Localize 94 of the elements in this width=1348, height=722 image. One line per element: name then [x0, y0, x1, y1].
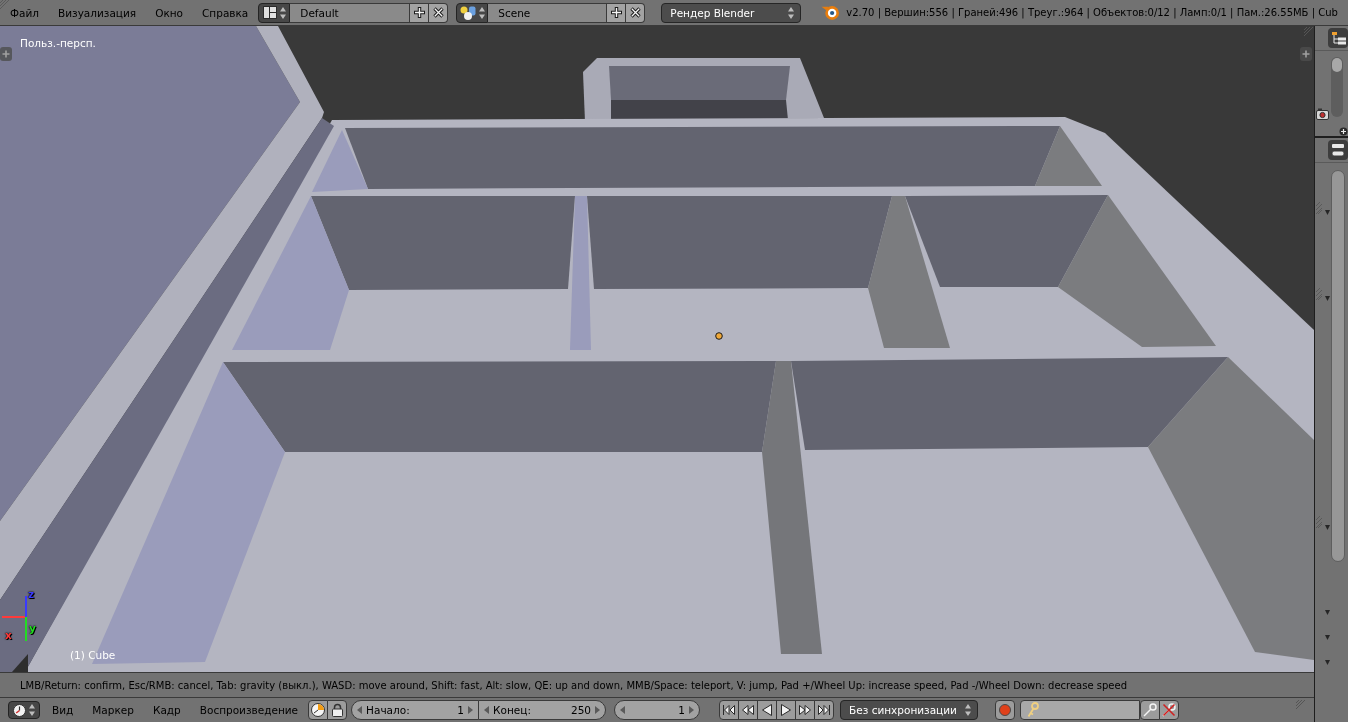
axis-label: x — [5, 629, 12, 641]
clock-icon — [13, 703, 26, 717]
key-icon — [1027, 702, 1040, 718]
layout-type-button[interactable] — [258, 2, 291, 23]
corner-grip-icon[interactable] — [1296, 700, 1305, 709]
up-down-arrows-icon — [279, 6, 286, 19]
key-delete-icon — [1162, 703, 1177, 717]
active-object-label: (1) Cube — [70, 649, 116, 661]
arrow-left-icon — [620, 706, 626, 714]
current-frame-field[interactable]: 1 — [614, 700, 701, 720]
up-down-arrows-icon — [29, 704, 35, 716]
delete-layout-button[interactable] — [429, 2, 449, 23]
axis-label: z — [28, 588, 35, 600]
scrollbar[interactable] — [1331, 170, 1345, 562]
blender-logo-icon — [821, 5, 840, 20]
scene-type-button[interactable] — [456, 2, 489, 23]
arrow-left-icon — [357, 706, 363, 714]
collapse-arrow-icon[interactable] — [1325, 610, 1330, 615]
fast-forward-icon — [798, 704, 813, 716]
skip-to-start-button[interactable] — [719, 700, 740, 720]
menu-item[interactable]: Визуализация — [58, 5, 137, 20]
fast-forward-button[interactable] — [795, 700, 816, 720]
outliner-icon[interactable] — [1328, 28, 1348, 48]
insert-keyframe-button[interactable] — [1140, 700, 1161, 720]
record-icon — [999, 704, 1012, 716]
scrollbar-track[interactable] — [1331, 57, 1343, 117]
plus-icon — [413, 7, 425, 18]
play-reverse-button[interactable] — [757, 700, 778, 720]
delete-scene-button[interactable] — [626, 2, 646, 23]
view-mode-label: Польз.-персп. — [20, 37, 96, 49]
preview-range-button[interactable] — [308, 700, 329, 720]
layout-icon — [262, 6, 277, 19]
menu-item[interactable]: Файл — [10, 5, 39, 20]
menu-item[interactable]: Воспроизведение — [199, 703, 299, 717]
panel-grip-icon[interactable] — [1316, 202, 1322, 214]
origin-dot-icon — [715, 332, 723, 340]
properties-icon[interactable] — [1328, 140, 1348, 160]
clock-icon — [311, 703, 326, 717]
up-down-arrows-icon — [788, 6, 795, 19]
arrow-right-icon — [595, 706, 601, 714]
collapse-arrow-icon[interactable] — [1325, 635, 1330, 640]
play-icon — [779, 704, 794, 716]
menu-item[interactable]: Окно — [155, 5, 184, 20]
3d-tray-model-drawing[interactable] — [0, 26, 1314, 672]
lock-button[interactable] — [327, 700, 348, 720]
axis-label: y — [29, 622, 36, 634]
add-layout-button[interactable] — [410, 2, 430, 23]
add-scene-button[interactable] — [607, 2, 627, 23]
skip-to-start-icon — [722, 704, 737, 716]
menu-item[interactable]: Маркер — [92, 703, 134, 717]
collapse-arrow-icon[interactable] — [1325, 210, 1330, 215]
menu-item[interactable]: Справка — [202, 5, 249, 20]
corner-grip-icon[interactable] — [0, 0, 9, 9]
key-icon — [1143, 703, 1158, 717]
keying-set-field[interactable] — [1020, 700, 1141, 720]
play-reverse-icon — [760, 704, 775, 716]
sync-mode-dropdown[interactable]: Без синхронизации — [840, 700, 979, 720]
frame-range-field[interactable]: Конец: 250 — [478, 700, 607, 720]
collapse-arrow-icon[interactable] — [1325, 660, 1330, 665]
arrow-right-icon — [689, 706, 695, 714]
arrow-left-icon — [484, 706, 490, 714]
frame-range-field[interactable]: Начало: 1 — [351, 700, 480, 720]
rewind-icon — [741, 704, 756, 716]
navigation-hint-text: LMB/Return: confirm, Esc/RMB: cancel, Tab: gravity (выкл.), WASD: move around, Shift: fast, Alt: slow, QE: up and down, MMB/Space: teleport, V: jump, Pad +/Wheel Up: increase speed, Pad -/Wheel Down: decrease speed — [20, 679, 1127, 691]
menu-item[interactable]: Вид — [52, 703, 74, 717]
layout-name-field[interactable]: Default — [290, 2, 411, 23]
plus-icon[interactable] — [1339, 127, 1348, 136]
rewind-button[interactable] — [738, 700, 759, 720]
camera-icon[interactable] — [1316, 108, 1329, 120]
record-button[interactable] — [995, 700, 1016, 720]
panel-grip-icon[interactable] — [1316, 516, 1322, 528]
scene-icon — [459, 5, 476, 20]
collapse-arrow-icon[interactable] — [1325, 525, 1330, 530]
render-engine-dropdown[interactable]: Рендер Blender — [661, 2, 802, 23]
up-down-arrows-icon — [478, 6, 485, 19]
editor-type-button[interactable] — [8, 701, 40, 719]
lock-icon — [331, 703, 343, 717]
scrollbar-thumb[interactable] — [1332, 58, 1342, 72]
panel-grip-icon[interactable] — [1316, 288, 1322, 300]
arrow-right-icon — [468, 706, 474, 714]
menu-item[interactable]: Кадр — [152, 703, 181, 717]
plus-icon — [610, 7, 622, 18]
delete-keyframe-button[interactable] — [1159, 700, 1180, 720]
close-icon — [432, 7, 444, 18]
skip-to-end-icon — [817, 704, 832, 716]
collapse-arrow-icon[interactable] — [1325, 296, 1330, 301]
play-button[interactable] — [776, 700, 797, 720]
scene-name-field[interactable]: Scene — [488, 2, 608, 23]
close-icon — [629, 7, 641, 18]
up-down-arrows-icon — [965, 704, 972, 716]
skip-to-end-button[interactable] — [814, 700, 835, 720]
corner-handle-icon[interactable] — [12, 654, 28, 672]
scene-stats-text: v2.70 | Вершин:556 | Граней:496 | Треуг.:964 | Объектов:0/12 | Ламп:0/1 | Пам.:26.55МБ | Cub — [846, 7, 1338, 18]
corner-grip-icon[interactable] — [1304, 27, 1313, 36]
